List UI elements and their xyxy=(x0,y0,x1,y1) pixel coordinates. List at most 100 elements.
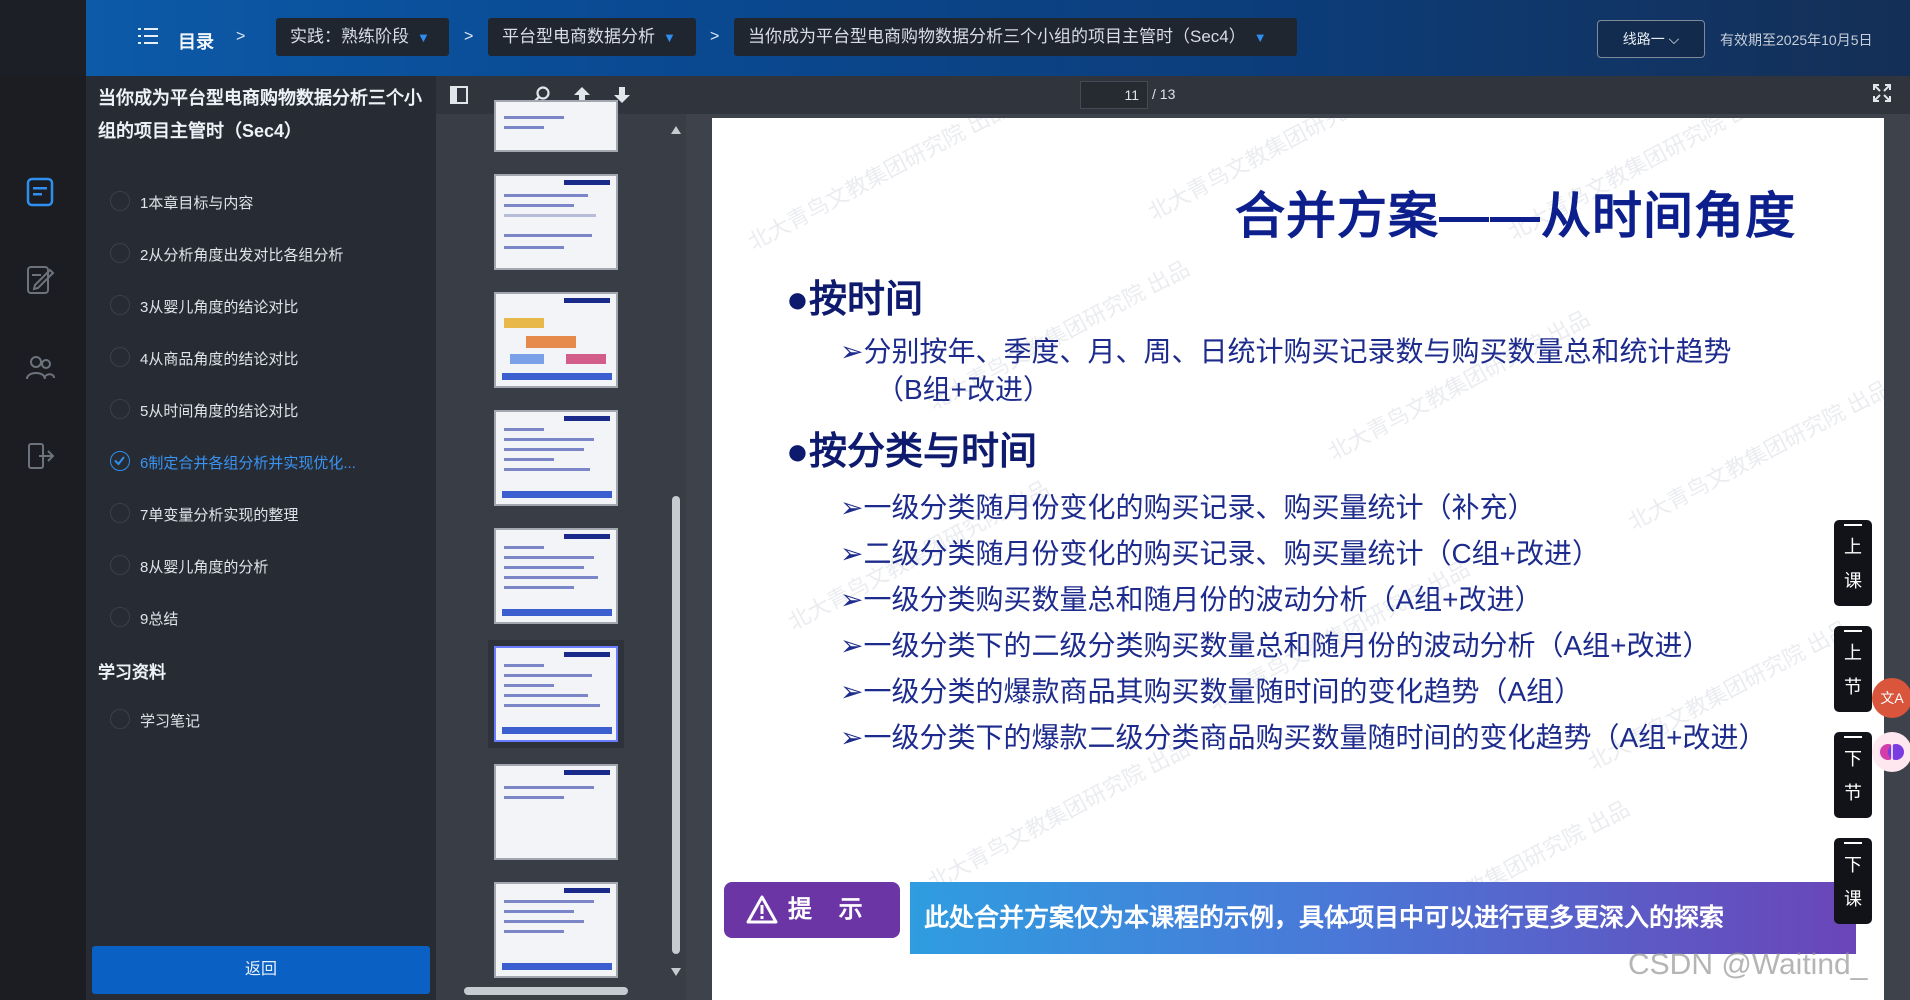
page-thumbnail-active[interactable] xyxy=(494,646,618,742)
nav-char: 下 xyxy=(1844,749,1862,769)
back-button[interactable]: 返回 xyxy=(92,946,430,994)
slide-bullet: ➢一级分类下的二级分类购买数量总和随月份的波动分析（A组+改进） xyxy=(840,630,1711,661)
page-thumbnail[interactable] xyxy=(494,882,618,978)
nav-char: 课 xyxy=(1844,571,1862,591)
prev-section-button[interactable]: 上节 xyxy=(1834,626,1872,712)
chevron-down-icon: ▼ xyxy=(1253,30,1267,45)
toc-item-label: 3从婴儿角度的结论对比 xyxy=(140,299,299,316)
toc-item-label: 7单变量分析实现的整理 xyxy=(140,507,299,524)
breadcrumb-chapter[interactable]: 当你成为平台型电商购物数据分析三个小组的项目主管时（Sec4） ▼ xyxy=(734,18,1297,56)
tip-badge: 提 示 xyxy=(724,882,900,938)
watermark: 北大青鸟文教集团研究院 出品 xyxy=(743,118,1014,255)
watermark: 北大青鸟文教集团研究院 出品 xyxy=(1623,375,1884,535)
slide-title: 合并方案——从时间角度 xyxy=(1235,188,1796,244)
group-icon[interactable] xyxy=(24,352,58,386)
nav-char: 下 xyxy=(1844,855,1862,875)
toc-item-label: 5从时间角度的结论对比 xyxy=(140,403,299,420)
slide-bullet: ➢二级分类随月份变化的购买记录、购买量统计（C组+改进） xyxy=(840,538,1601,569)
check-circle-icon xyxy=(110,451,130,471)
fullscreen-icon[interactable] xyxy=(1873,84,1891,102)
study-materials-title: 学习资料 xyxy=(98,663,166,682)
route-select-label: 线路一 xyxy=(1622,31,1665,47)
thumbnail-panel xyxy=(436,100,686,1000)
toc-item[interactable]: 5从时间角度的结论对比 xyxy=(110,394,420,424)
check-circle-icon xyxy=(110,243,130,263)
toc-item-label: 8从婴儿角度的分析 xyxy=(140,559,269,576)
toc-item-label: 9总结 xyxy=(140,611,179,628)
study-item[interactable]: 学习笔记 xyxy=(110,704,420,734)
breadcrumb-separator: > xyxy=(464,28,474,45)
notes-edit-icon[interactable] xyxy=(24,264,58,298)
menu-icon[interactable] xyxy=(138,26,158,51)
nav-char: 课 xyxy=(1844,889,1862,909)
page-thumbnail[interactable] xyxy=(494,174,618,270)
watermark: 北大青鸟文教集团研究院 出品 xyxy=(1323,305,1594,465)
page-thumbnail[interactable] xyxy=(494,528,618,624)
chevron-down-icon: ▼ xyxy=(663,30,676,45)
slide-bullet: ➢分别按年、季度、月、周、日统计购买记录数与购买数量总和统计趋势 xyxy=(840,336,1732,367)
brain-icon[interactable] xyxy=(1872,732,1910,772)
sidebar-toggle-icon[interactable] xyxy=(450,86,468,104)
check-circle-icon xyxy=(110,503,130,523)
thumbnail-hscrollbar[interactable] xyxy=(436,982,666,1000)
toc-item[interactable]: 8从婴儿角度的分析 xyxy=(110,550,420,580)
thumbnail-scrollbar[interactable] xyxy=(666,114,686,1000)
scrollbar-thumb[interactable] xyxy=(464,987,628,995)
viewer-toolbar: 11 / 13 xyxy=(436,76,1910,114)
toc-item[interactable]: 7单变量分析实现的整理 xyxy=(110,498,420,528)
chevron-down-icon: ⌵ xyxy=(1668,31,1680,47)
page-number-input[interactable]: 11 xyxy=(1080,81,1148,109)
toc-item[interactable]: 4从商品角度的结论对比 xyxy=(110,342,420,372)
icon-rail xyxy=(0,76,86,1000)
slide-bullet: ➢一级分类下的爆款二级分类商品购买数量随时间的变化趋势（A组+改进） xyxy=(840,722,1767,753)
next-section-button[interactable]: 下节 xyxy=(1834,732,1872,818)
tip-label: 提 示 xyxy=(788,896,873,923)
toc-item[interactable]: 9总结 xyxy=(110,602,420,632)
breadcrumb-course[interactable]: 平台型电商数据分析 ▼ xyxy=(488,18,696,56)
page-thumbnail[interactable] xyxy=(494,100,618,152)
warning-icon xyxy=(746,895,778,924)
check-circle-icon xyxy=(110,709,130,729)
csdn-watermark: CSDN @Waitind_ xyxy=(1628,948,1868,981)
valid-until-text: 有效期至2025年10月5日 xyxy=(1720,32,1873,48)
slide-bullet: ➢一级分类随月份变化的购买记录、购买量统计（补充） xyxy=(840,492,1536,523)
check-circle-icon xyxy=(110,555,130,575)
chevron-down-icon: ▼ xyxy=(417,30,430,45)
next-lesson-button[interactable]: 下课 xyxy=(1834,838,1872,924)
check-circle-icon xyxy=(110,347,130,367)
toc-item-label: 2从分析角度出发对比各组分析 xyxy=(140,247,344,264)
check-circle-icon xyxy=(110,191,130,211)
toc-item-label: 1本章目标与内容 xyxy=(140,195,254,212)
toc-panel: 当你成为平台型电商购物数据分析三个小组的项目主管时（Sec4） 1本章目标与内容… xyxy=(86,76,436,1000)
toc-item-label: 4从商品角度的结论对比 xyxy=(140,351,299,368)
toc-item[interactable]: 1本章目标与内容 xyxy=(110,186,420,216)
page-thumbnail[interactable] xyxy=(494,410,618,506)
toc-item[interactable]: 3从婴儿角度的结论对比 xyxy=(110,290,420,320)
scroll-up-icon[interactable] xyxy=(671,126,681,134)
breadcrumb-course-label: 平台型电商数据分析 xyxy=(502,27,655,46)
route-select[interactable]: 线路一 ⌵ xyxy=(1597,20,1705,58)
toc-item[interactable]: 2从分析角度出发对比各组分析 xyxy=(110,238,420,268)
tip-text: 此处合并方案仅为本课程的示例，具体项目中可以进行更多更深入的探索 xyxy=(910,882,1856,954)
courseware-icon[interactable] xyxy=(24,176,58,210)
check-circle-icon xyxy=(110,607,130,627)
nav-char: 节 xyxy=(1844,783,1862,803)
prev-lesson-button[interactable]: 上课 xyxy=(1834,520,1872,606)
scrollbar-thumb[interactable] xyxy=(672,496,680,954)
slide-bullet: ➢一级分类购买数量总和随月份的波动分析（A组+改进） xyxy=(840,584,1543,615)
toc-item-active[interactable]: 6制定合并各组分析并实现优化... xyxy=(110,446,420,476)
breadcrumb-stage[interactable]: 实践：熟练阶段 ▼ xyxy=(276,18,449,56)
toc-chapter-title: 当你成为平台型电商购物数据分析三个小组的项目主管时（Sec4） xyxy=(98,88,422,141)
toc-toggle-label[interactable]: 目录 xyxy=(178,28,214,54)
slide-heading: ●按时间 xyxy=(786,279,923,321)
page-thumbnail[interactable] xyxy=(494,764,618,860)
slide-bullet: ➢一级分类的爆款商品其购买数量随时间的变化趋势（A组） xyxy=(840,676,1583,707)
exit-icon[interactable] xyxy=(24,440,58,474)
page-thumbnail[interactable] xyxy=(494,292,618,388)
translate-icon[interactable]: 文A xyxy=(1872,678,1910,718)
breadcrumb-chapter-label: 当你成为平台型电商购物数据分析三个小组的项目主管时（Sec4） xyxy=(748,27,1246,46)
study-item-label: 学习笔记 xyxy=(140,713,201,730)
slide-heading: ●按分类与时间 xyxy=(786,431,1037,473)
page-total: / 13 xyxy=(1152,86,1176,102)
scroll-down-icon[interactable] xyxy=(671,968,681,976)
